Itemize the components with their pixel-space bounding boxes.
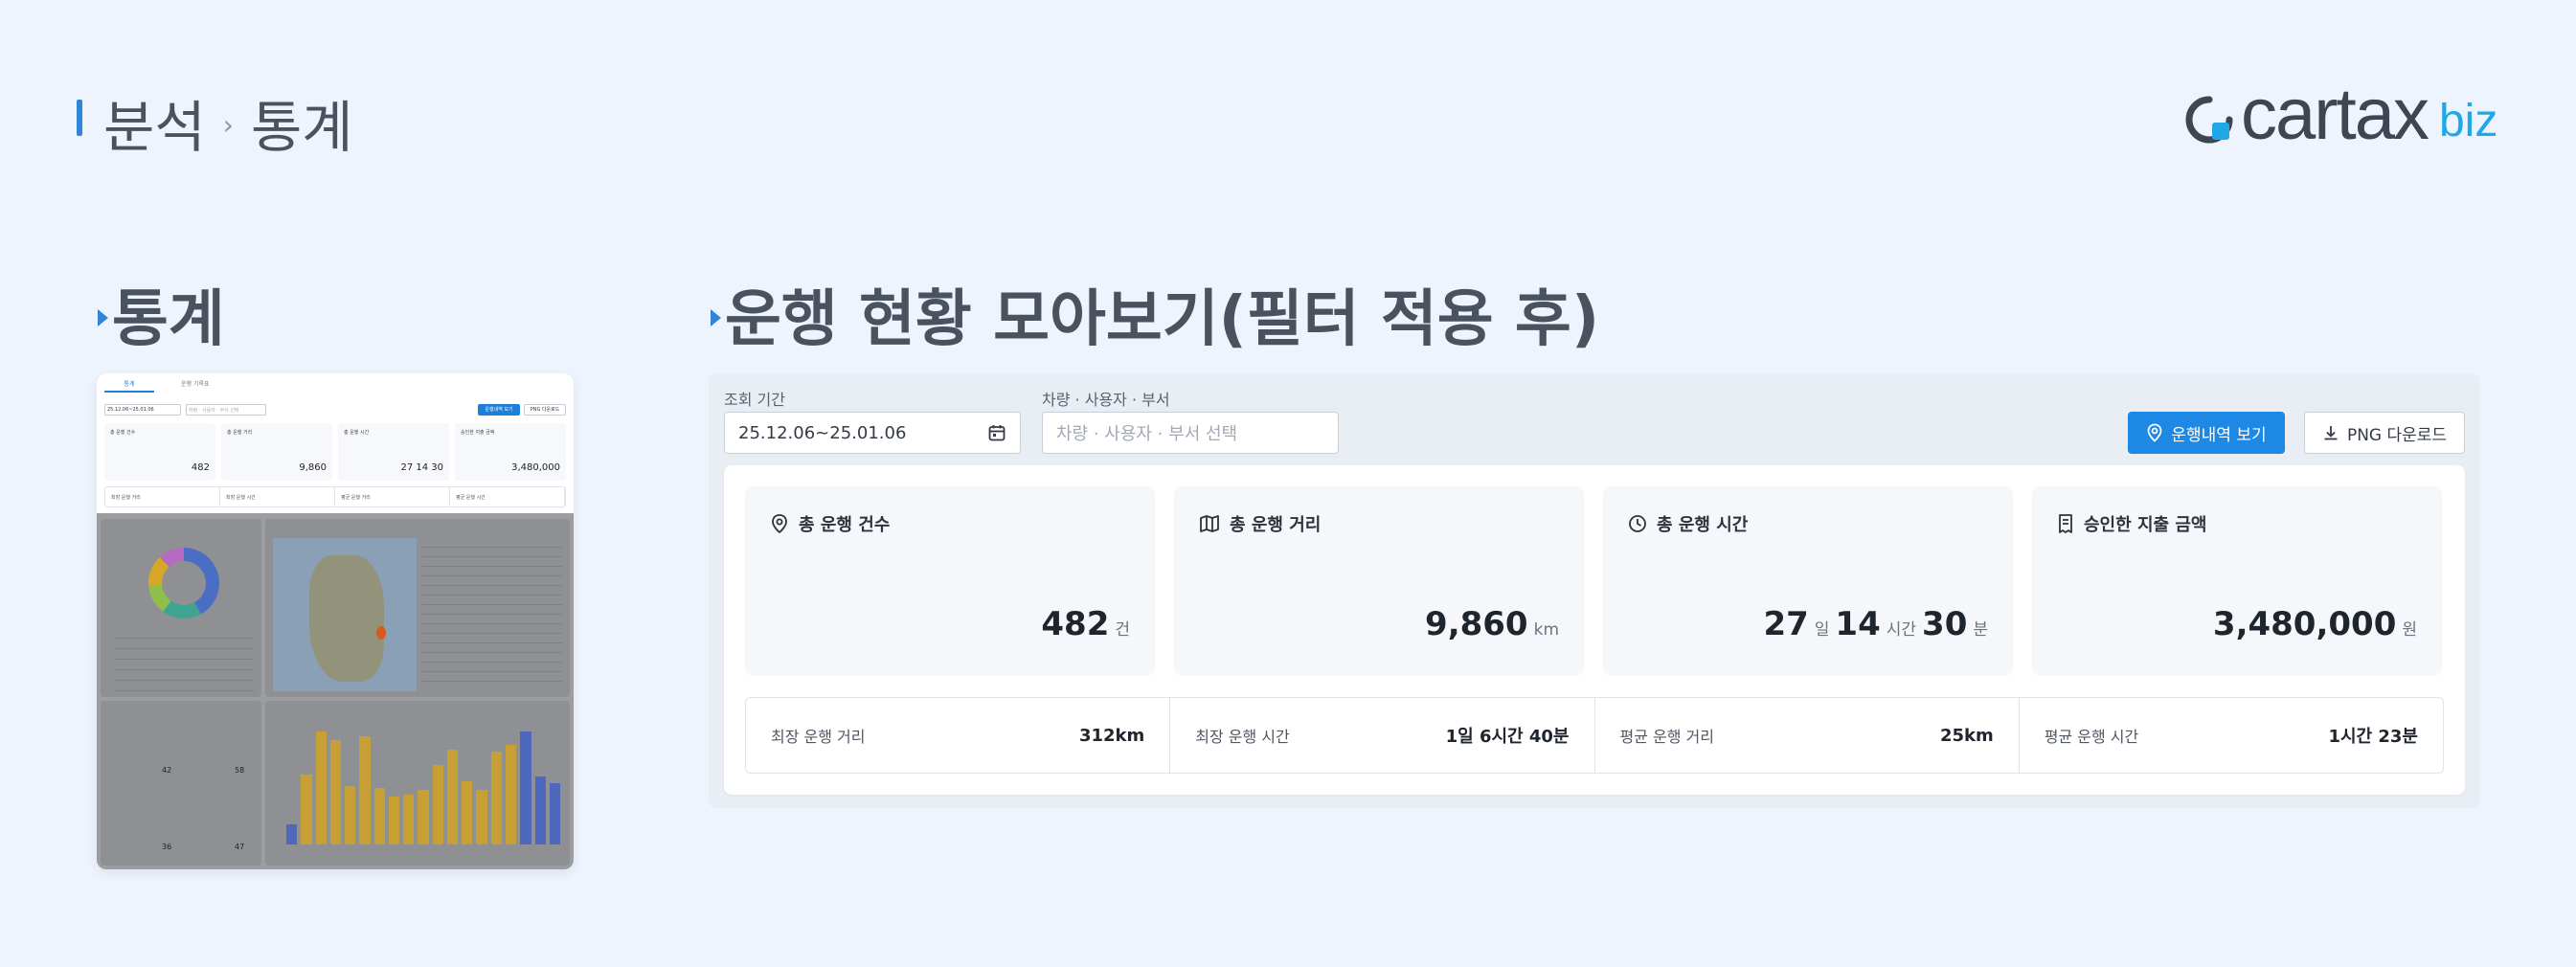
png-download-button[interactable]: PNG 다운로드 [2304,412,2465,454]
thumb-cards: 총 운행 건수 482 총 운행 거리 9,860 총 운행 시간 27 14 30 … [104,423,566,481]
stat-longest-distance: 최장 운행 거리 312km [746,698,1171,773]
overview-panel: 조회 기간 25.12.06~25.01.06 차량 · 사용자 · 부서 차량… [709,373,2480,808]
calendar-icon[interactable] [987,423,1006,442]
stat-value: 1일 6시간 40분 [1445,727,1570,747]
section-title-overview: 운행 현황 모아보기(필터 적용 후) [711,270,1599,358]
summary-container: 총 운행 건수 482 건 총 운행 거리 9,860 km 총 운행 시간 2… [724,465,2465,795]
thumb-number: 47 [235,843,245,851]
view-history-button[interactable]: 운행내역 보기 [2128,412,2285,454]
card-label: 승인한 지출 금액 [2084,515,2207,535]
stat-label: 최장 운행 시간 [1195,728,1290,746]
thumb-tab-log: 운행 기록표 [181,381,210,388]
card-value-minutes: 30 [1922,605,1968,643]
card-total-distance: 총 운행 거리 9,860 km [1174,486,1584,676]
thumb-card: 총 운행 시간 27 14 30 [338,423,449,481]
period-value: 25.12.06~25.01.06 [738,422,907,443]
pin-icon [770,513,789,534]
stat-average-time: 평균 운행 시간 1시간 23분 [2020,698,2443,773]
download-icon [2322,424,2339,441]
breadcrumb-analysis: 분석 [103,95,206,160]
stat-longest-time: 최장 운행 시간 1일 6시간 40분 [1170,698,1595,773]
thumb-tabs: 통계 운행 기록표 [104,379,210,393]
statistics-thumbnail: 통계 운행 기록표 25.12.06~25.01.06 차량 · 사용자 · 부… [97,373,574,869]
card-label: 총 운행 거리 [1230,515,1322,535]
thumb-card: 총 운행 거리 9,860 [221,423,332,481]
thumb-bars [286,731,561,844]
thumb-date-field: 25.12.06~25.01.06 [104,404,181,416]
logo-suffix: biz [2438,96,2498,146]
view-history-label: 운행내역 보기 [2171,425,2267,445]
thumb-card: 승인한 지출 금액 3,480,000 [455,423,566,481]
thumb-vehicle-field: 차량 · 사용자 · 부서 선택 [186,404,266,416]
card-unit: 원 [2402,620,2417,640]
thumb-donut-panel [101,519,261,697]
thumb-map-panel [265,519,570,697]
thumb-png-button: PNG 다운로드 [524,404,566,416]
section-title-statistics: 통계 [98,270,225,358]
card-approved-expense: 승인한 지출 금액 3,480,000 원 [2032,486,2442,676]
card-value: 3,480,000 [2212,605,2397,643]
pin-icon [2146,423,2163,442]
thumb-top: 통계 운행 기록표 25.12.06~25.01.06 차량 · 사용자 · 부… [97,373,574,513]
stat-value: 25km [1939,725,1994,746]
card-unit: 건 [1115,620,1130,640]
thumb-tab-stats: 통계 [104,379,154,393]
stat-average-distance: 평균 운행 거리 25km [1595,698,2020,773]
period-label: 조회 기간 [724,391,785,409]
breadcrumb: 분석 › 통계 [103,82,353,163]
arrow-icon [98,309,108,326]
card-value-hours: 14 [1835,605,1881,643]
stat-label: 평균 운행 거리 [1619,728,1715,746]
stat-label: 평균 운행 시간 [2044,728,2139,746]
card-label: 총 운행 시간 [1657,515,1749,535]
logo-text: cartax [2241,74,2429,155]
card-total-trips: 총 운행 건수 482 건 [745,486,1155,676]
arrow-icon [711,309,721,326]
thumb-numbers-panel: 42 58 36 47 [101,701,261,866]
thumb-card: 총 운행 건수 482 [104,423,215,481]
card-total-time: 총 운행 시간 27 일 14 시간 30 분 [1603,486,2013,676]
thumb-bar-panel [265,701,570,866]
thumb-legend [114,628,254,691]
card-value-days: 27 [1763,605,1809,643]
stat-label: 최장 운행 거리 [771,728,866,746]
clock-icon [1628,514,1647,533]
thumb-view-button: 운행내역 보기 [478,404,520,416]
card-unit-hours: 시간 [1886,620,1917,640]
thumb-list [422,538,562,682]
png-download-label: PNG 다운로드 [2346,425,2448,445]
card-unit-minutes: 분 [1973,620,1988,640]
thumb-donut [148,548,219,618]
stat-value: 312km [1078,725,1145,746]
header-accent-bar [77,100,82,136]
cartax-logo: cartax biz [2185,79,2497,151]
card-unit: km [1533,620,1559,640]
breadcrumb-statistics: 통계 [250,95,353,160]
card-value: 9,860 [1425,605,1528,643]
map-icon [1199,514,1220,533]
thumb-number: 42 [162,766,172,775]
stat-value: 1시간 23분 [2328,727,2418,747]
period-date-field[interactable]: 25.12.06~25.01.06 [724,412,1021,454]
logo-mark-icon [2185,96,2233,144]
card-unit-days: 일 [1814,620,1830,640]
thumb-number: 58 [235,766,245,775]
chevron-right-icon: › [222,108,234,141]
receipt-icon [2057,513,2074,534]
thumb-number: 36 [162,843,172,851]
vehicle-label: 차량 · 사용자 · 부서 [1042,391,1170,409]
vehicle-search-input[interactable]: 차량 · 사용자 · 부서 선택 [1042,412,1339,454]
thumb-stats: 최장 운행 거리 최장 운행 시간 평균 운행 거리 평균 운행 시간 [104,486,566,507]
card-value: 482 [1041,605,1110,643]
card-label: 총 운행 건수 [799,515,891,535]
thumb-map [273,538,417,691]
stats-row: 최장 운행 거리 312km 최장 운행 시간 1일 6시간 40분 평균 운행… [745,697,2444,774]
